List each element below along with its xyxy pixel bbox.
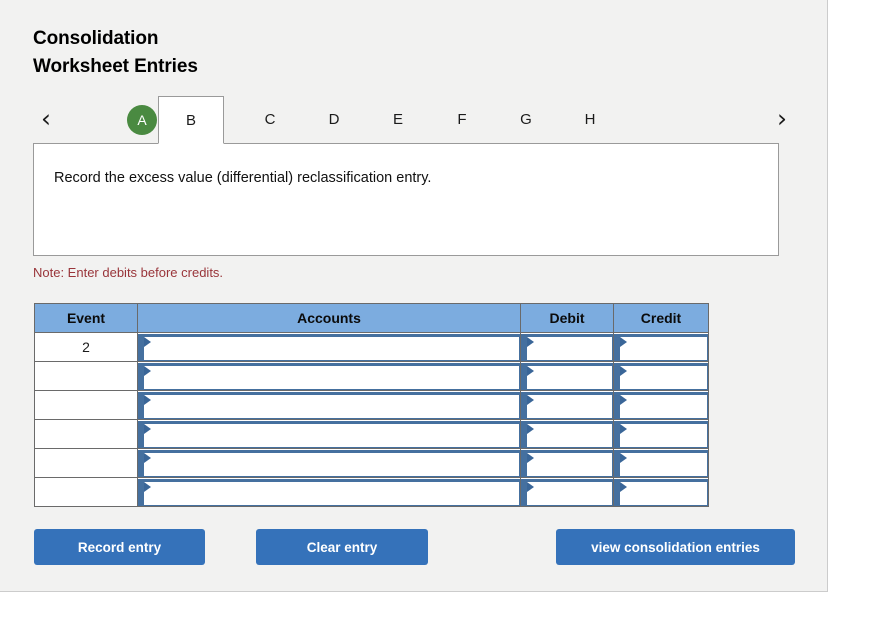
table-header-row: Event Accounts Debit Credit [35, 304, 709, 333]
chevron-right-icon[interactable]: › [769, 102, 795, 136]
tab-c[interactable]: C [238, 96, 302, 143]
journal-entry-table: Event Accounts Debit Credit 2 [34, 303, 709, 507]
note-text: Note: Enter debits before credits. [33, 265, 223, 280]
credit-input[interactable] [614, 334, 708, 361]
event-cell [35, 420, 138, 449]
table-row: 2 [35, 333, 709, 362]
description-text: Record the excess value (differential) r… [54, 168, 760, 188]
credit-cell [614, 362, 709, 391]
content-panel: Consolidation Worksheet Entries ‹ A B C … [0, 0, 828, 592]
table-row [35, 391, 709, 420]
credit-input[interactable] [614, 450, 708, 477]
accounts-cell [138, 362, 521, 391]
accounts-input[interactable] [138, 363, 520, 390]
credit-cell [614, 449, 709, 478]
table-row [35, 420, 709, 449]
column-header-credit: Credit [614, 304, 709, 333]
debit-input[interactable] [521, 334, 613, 361]
page-title-line-2: Worksheet Entries [33, 53, 198, 81]
debit-cell [521, 362, 614, 391]
credit-cell [614, 333, 709, 362]
page-title-line-1: Consolidation [33, 28, 158, 49]
debit-input[interactable] [521, 363, 613, 390]
debit-input[interactable] [521, 450, 613, 477]
page-title: Consolidation Worksheet Entries [33, 25, 198, 81]
debit-cell [521, 333, 614, 362]
credit-cell [614, 420, 709, 449]
accounts-input[interactable] [138, 334, 520, 361]
accounts-input[interactable] [138, 392, 520, 419]
tab-a-badge: A [127, 105, 157, 135]
column-header-accounts: Accounts [138, 304, 521, 333]
debit-cell [521, 449, 614, 478]
accounts-input[interactable] [138, 450, 520, 477]
event-cell [35, 391, 138, 420]
debit-cell [521, 420, 614, 449]
accounts-input[interactable] [138, 421, 520, 448]
accounts-input[interactable] [138, 479, 520, 506]
credit-cell [614, 478, 709, 507]
screenshot-root: Consolidation Worksheet Entries ‹ A B C … [0, 0, 872, 620]
record-entry-button[interactable]: Record entry [34, 529, 205, 565]
event-cell [35, 449, 138, 478]
credit-input[interactable] [614, 363, 708, 390]
credit-input[interactable] [614, 392, 708, 419]
tab-b[interactable]: B [158, 96, 224, 144]
credit-input[interactable] [614, 479, 708, 506]
tab-d[interactable]: D [302, 96, 366, 143]
description-panel: Record the excess value (differential) r… [33, 143, 779, 256]
tab-g[interactable]: G [494, 96, 558, 143]
credit-cell [614, 391, 709, 420]
debit-input[interactable] [521, 392, 613, 419]
view-consolidation-entries-button[interactable]: view consolidation entries [556, 529, 795, 565]
accounts-cell [138, 420, 521, 449]
table-row [35, 449, 709, 478]
column-header-debit: Debit [521, 304, 614, 333]
debit-input[interactable] [521, 479, 613, 506]
table-row [35, 362, 709, 391]
table-row [35, 478, 709, 507]
event-cell: 2 [35, 333, 138, 362]
debit-cell [521, 391, 614, 420]
accounts-cell [138, 391, 521, 420]
credit-input[interactable] [614, 421, 708, 448]
clear-entry-button[interactable]: Clear entry [256, 529, 428, 565]
chevron-left-icon[interactable]: ‹ [33, 102, 59, 136]
debit-input[interactable] [521, 421, 613, 448]
tab-strip: ‹ A B C D E F G H › [33, 96, 795, 144]
tab-f[interactable]: F [430, 96, 494, 143]
accounts-cell [138, 333, 521, 362]
debit-cell [521, 478, 614, 507]
accounts-cell [138, 449, 521, 478]
accounts-cell [138, 478, 521, 507]
tab-e[interactable]: E [366, 96, 430, 143]
column-header-event: Event [35, 304, 138, 333]
event-cell [35, 362, 138, 391]
tab-h[interactable]: H [558, 96, 622, 143]
event-cell [35, 478, 138, 507]
